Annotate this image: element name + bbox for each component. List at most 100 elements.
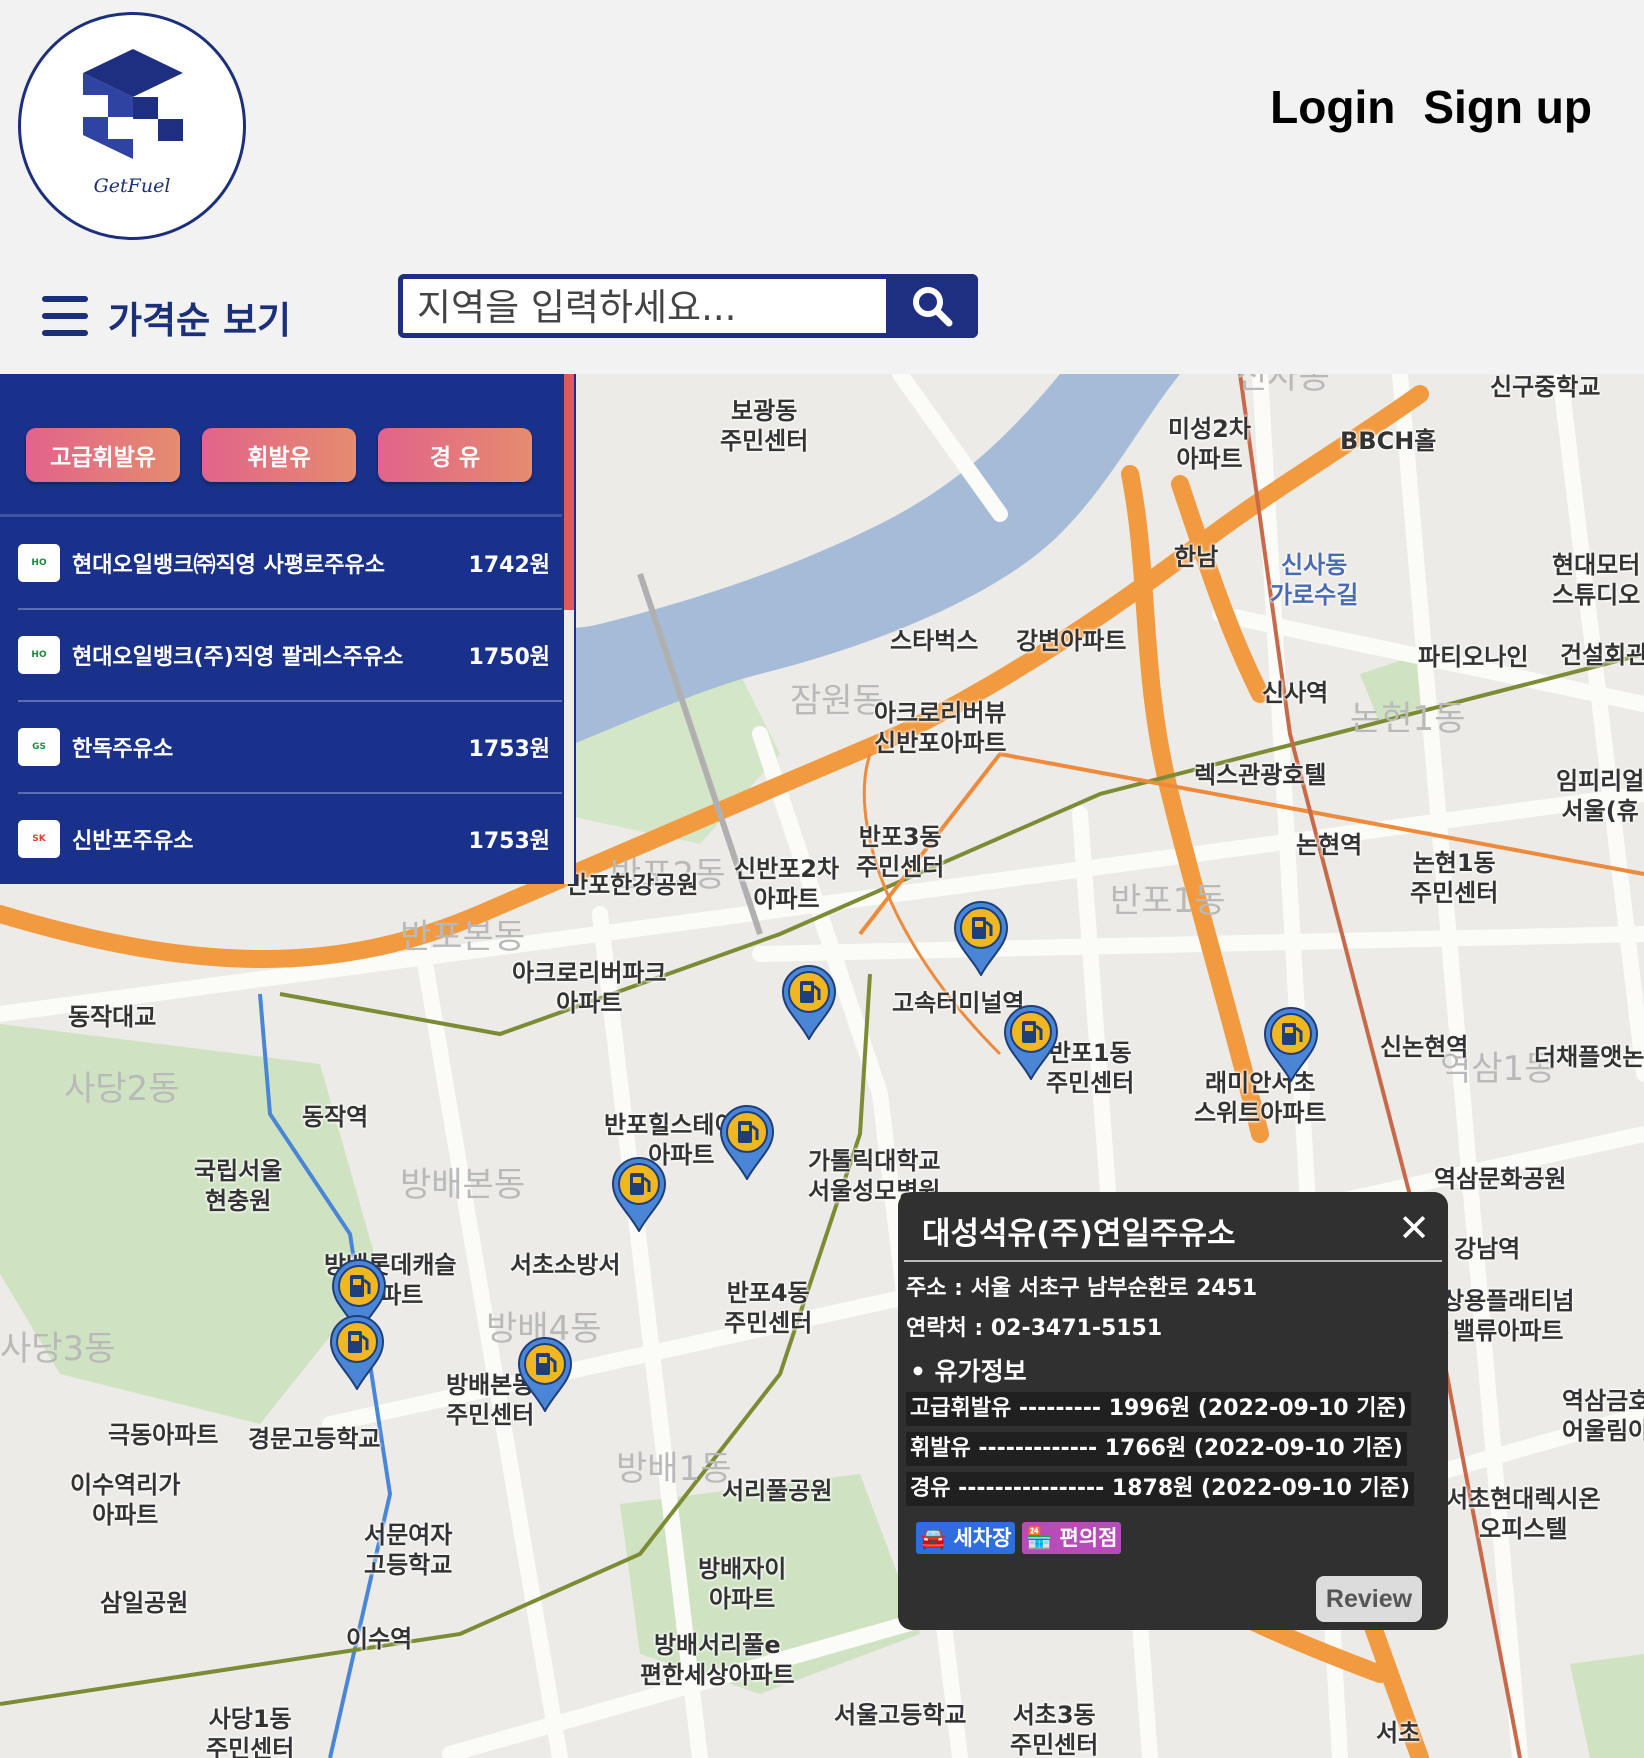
map-label: 신논현역	[1380, 1033, 1469, 1061]
gasoline-price-row: 휘발유 ------------- 1766원 (2022-09-10 기준)	[906, 1432, 1407, 1466]
map-label: 신구중학교	[1490, 374, 1601, 401]
gs-caltex-logo-icon: GS	[18, 728, 60, 766]
map-label: 미성2차 아파트	[1168, 415, 1251, 473]
map-label: 극동아파트	[108, 1421, 219, 1449]
gas-pump-icon	[781, 965, 837, 1042]
fuel-station-marker[interactable]	[718, 1104, 776, 1182]
map-label: 더채플앳논	[1534, 1043, 1644, 1071]
map-label: 논현역	[1296, 831, 1363, 859]
map-label: 역삼문화공원	[1434, 1165, 1567, 1193]
map-label: 서문여자 고등학교	[364, 1521, 453, 1579]
district-label: 반포본동	[400, 917, 526, 957]
menu-icon[interactable]	[42, 296, 88, 336]
station-price: 1753원	[468, 737, 550, 762]
map-label: 사당1동 주민센터	[206, 1705, 295, 1758]
district-label: 방배1동	[616, 1449, 732, 1489]
sort-by-price-label[interactable]: 가격순 보기	[108, 290, 291, 344]
signup-link[interactable]: Sign up	[1423, 80, 1592, 134]
map-label: 동작대교	[68, 1003, 157, 1031]
map-label: 논현1동 주민센터	[1410, 849, 1499, 907]
map-label: 삼일공원	[100, 1589, 189, 1617]
map-label: 반포4동 주민센터	[724, 1279, 813, 1337]
search-button[interactable]	[886, 274, 978, 338]
map-label: 파티오나인	[1418, 643, 1529, 671]
map-label: 신반포2차 아파트	[734, 855, 840, 913]
fuel-station-marker[interactable]	[1002, 1004, 1060, 1082]
sk-energy-logo-icon: SK	[18, 820, 60, 858]
map-label: 서리풀공원	[722, 1477, 833, 1505]
gas-pump-icon	[719, 1105, 775, 1182]
map-label: 서초현대렉시온 오피스텔	[1446, 1485, 1601, 1543]
scrollbar-thumb[interactable]	[564, 374, 574, 610]
map-label: 이수역	[346, 1625, 413, 1653]
station-list: HO 현대오일뱅크㈜직영 사평로주유소 1742원 HO 현대오일뱅크(주)직영…	[0, 518, 562, 884]
search-input[interactable]	[415, 283, 889, 331]
map-label: 아크로리버뷰 신반포아파트	[874, 699, 1007, 757]
list-item[interactable]: GS 한독주유소 1753원	[18, 702, 562, 794]
price-list-panel: 고급휘발유 휘발유 경 유 HO 현대오일뱅크㈜직영 사평로주유소 1742원 …	[0, 374, 576, 884]
map-label: 국립서울 현충원	[194, 1157, 283, 1215]
tab-diesel[interactable]: 경 유	[378, 428, 532, 482]
map-label: 현대모터 스튜디오	[1552, 551, 1641, 609]
station-info-popup: 대성석유(주)연일주유소 ✕ 주소 : 서울 서초구 남부순환로 2451 연락…	[898, 1192, 1448, 1630]
close-icon[interactable]: ✕	[1398, 1208, 1430, 1248]
map-label: 서초소방서	[510, 1251, 621, 1279]
map-label: 서초3동 주민센터	[1010, 1701, 1099, 1758]
search-icon	[913, 287, 953, 327]
map-label: 서울고등학교	[834, 1701, 967, 1729]
fuel-station-marker[interactable]	[328, 1314, 386, 1392]
popup-title: 대성석유(주)연일주유소	[922, 1216, 1236, 1252]
station-address: 주소 : 서울 서초구 남부순환로 2451	[906, 1276, 1258, 1301]
map-label: 방배서리풀e 편한세상아파트	[640, 1631, 795, 1689]
map-label: 강변아파트	[1016, 627, 1127, 655]
cube-logo-icon	[83, 49, 183, 159]
fuel-station-marker[interactable]	[952, 900, 1010, 978]
gas-pump-icon	[517, 1337, 573, 1414]
gas-pump-icon	[1263, 1007, 1319, 1084]
login-link[interactable]: Login	[1270, 80, 1395, 134]
map-label: 동작역	[302, 1103, 369, 1131]
fuel-type-tabs: 고급휘발유 휘발유 경 유	[26, 428, 532, 482]
district-label: 사당2동	[64, 1069, 180, 1109]
tab-premium-gasoline[interactable]: 고급휘발유	[26, 428, 180, 482]
review-button[interactable]: Review	[1316, 1576, 1422, 1622]
district-label: 논현1동	[1350, 699, 1466, 739]
map-label: 스타벅스	[890, 627, 979, 655]
map-label: 방배자이 아파트	[698, 1555, 787, 1613]
station-price: 1750원	[468, 645, 550, 670]
map-label: 신사동 가로수길	[1270, 551, 1359, 609]
station-name: 한독주유소	[72, 737, 174, 762]
fuel-station-marker[interactable]	[1262, 1006, 1320, 1084]
district-label: 사당3동	[0, 1329, 116, 1369]
tab-gasoline[interactable]: 휘발유	[202, 428, 356, 482]
station-phone: 연락처 : 02-3471-5151	[906, 1316, 1163, 1341]
fuel-station-marker[interactable]	[780, 964, 838, 1042]
list-item[interactable]: HO 현대오일뱅크(주)직영 팔레스주유소 1750원	[18, 610, 562, 702]
map-label: 건설회관	[1560, 641, 1644, 669]
list-item[interactable]: SK 신반포주유소 1753원	[18, 794, 562, 884]
list-scrollbar[interactable]	[564, 374, 574, 884]
list-item[interactable]: HO 현대오일뱅크㈜직영 사평로주유소 1742원	[18, 518, 562, 610]
map-label: 보광동 주민센터	[720, 397, 809, 455]
map-label: 서초	[1376, 1719, 1421, 1747]
map-label: 임피리얼 서울(휴	[1556, 767, 1644, 825]
getfuel-logo[interactable]: GetFuel	[18, 12, 246, 240]
fuel-station-marker[interactable]	[610, 1156, 668, 1234]
map-label: 이수역리가 아파트	[70, 1471, 181, 1529]
diesel-price-row: 경유 ---------------- 1878원 (2022-09-10 기준…	[906, 1472, 1414, 1506]
premium-price-row: 고급휘발유 --------- 1996원 (2022-09-10 기준)	[906, 1392, 1411, 1426]
map-label: 경문고등학교	[248, 1425, 381, 1453]
map-label: 신사역	[1262, 679, 1329, 707]
logo-text: GetFuel	[93, 175, 171, 197]
fuel-station-marker[interactable]	[516, 1336, 574, 1414]
convenience-store-badge: 🏪 편의점	[1022, 1522, 1122, 1554]
gas-pump-icon	[611, 1157, 667, 1234]
station-price: 1753원	[468, 829, 550, 854]
gas-pump-icon	[953, 901, 1009, 978]
map-label: 반포3동 주민센터	[856, 823, 945, 881]
map-label: 한남	[1174, 543, 1219, 571]
station-name: 현대오일뱅크(주)직영 팔레스주유소	[72, 645, 404, 670]
district-label: 방배본동	[400, 1165, 526, 1205]
auth-links: Login Sign up	[1270, 80, 1592, 134]
gas-pump-icon	[1003, 1005, 1059, 1082]
